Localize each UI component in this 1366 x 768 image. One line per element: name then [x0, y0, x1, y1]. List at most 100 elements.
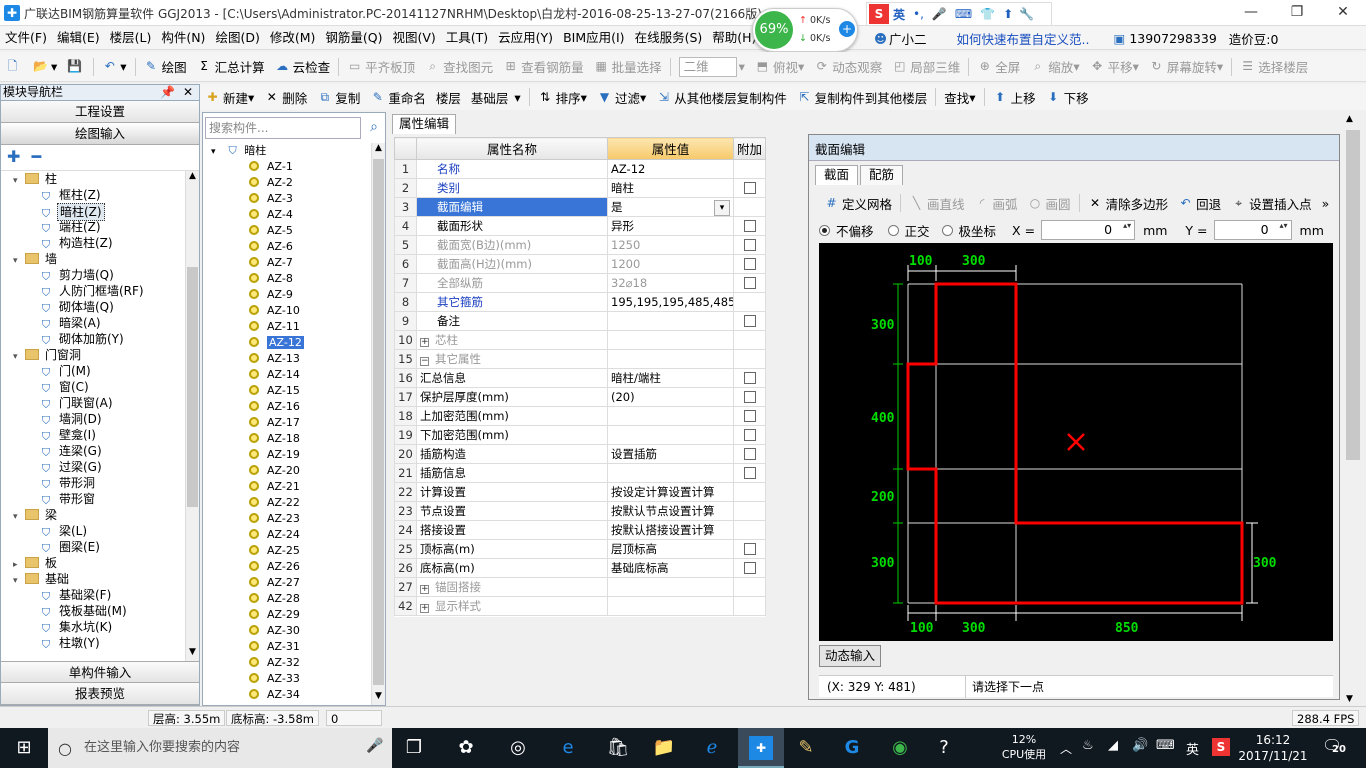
- batch-select-button[interactable]: ▦ 批量选择: [589, 55, 667, 79]
- component-item[interactable]: AZ-33: [203, 671, 371, 687]
- property-value-cell[interactable]: 层顶标高: [607, 539, 734, 559]
- property-value-cell[interactable]: [607, 596, 734, 616]
- group-toggle-icon[interactable]: +: [420, 585, 429, 594]
- menu-item-6[interactable]: 钢筋量(Q): [320, 26, 387, 50]
- tree-item[interactable]: ⛉ 端柱(Z): [1, 219, 185, 235]
- property-value-cell[interactable]: 195,195,195,485,485: [607, 292, 734, 312]
- component-item[interactable]: AZ-18: [203, 431, 371, 447]
- tree-item[interactable]: ⛉ 门(M): [1, 363, 185, 379]
- component-item[interactable]: AZ-5: [203, 223, 371, 239]
- attach-checkbox[interactable]: [743, 239, 756, 251]
- polar-radio[interactable]: [941, 224, 953, 236]
- header-attach[interactable]: 附加: [733, 137, 766, 160]
- component-item[interactable]: AZ-23: [203, 511, 371, 527]
- tray-icon-1[interactable]: ♨: [1082, 738, 1094, 753]
- rename-button[interactable]: ✎ 重命名: [365, 85, 431, 109]
- wrench-icon[interactable]: 🔧: [1019, 7, 1034, 21]
- phone-account[interactable]: 13907298339: [1129, 31, 1216, 46]
- component-item[interactable]: AZ-11: [203, 319, 371, 335]
- component-search-input[interactable]: 搜索构件...: [205, 117, 361, 139]
- attach-checkbox[interactable]: [743, 429, 756, 441]
- property-name-cell[interactable]: + 锚固搭接: [416, 577, 608, 597]
- property-name-cell[interactable]: 类别: [416, 178, 608, 198]
- group-toggle-icon[interactable]: +: [420, 338, 429, 347]
- search-icon[interactable]: ⌕: [363, 117, 385, 139]
- property-value-cell[interactable]: 按默认节点设置计算: [607, 501, 734, 521]
- green-app-icon[interactable]: ◉: [886, 734, 914, 762]
- toolbar-overflow-icon[interactable]: »: [1317, 191, 1335, 215]
- clock[interactable]: 16:12 2017/11/21: [1238, 732, 1308, 764]
- property-value-cell[interactable]: 异形: [607, 216, 734, 236]
- property-name-cell[interactable]: 插筋信息: [416, 463, 608, 483]
- property-row[interactable]: 2 类别 暗柱: [394, 178, 766, 198]
- component-item[interactable]: AZ-4: [203, 207, 371, 223]
- attach-checkbox[interactable]: [743, 448, 756, 460]
- property-name-cell[interactable]: 底标高(m): [416, 558, 608, 578]
- app-icon-2[interactable]: ◎: [504, 734, 532, 762]
- property-row[interactable]: 6 截面高(H边)(mm) 1200: [394, 254, 766, 274]
- glodon-taskbar-button[interactable]: ✚: [738, 728, 784, 768]
- tree-item[interactable]: ⛉ 暗柱(Z): [1, 203, 185, 221]
- store-icon[interactable]: 🛍: [604, 734, 632, 762]
- tree-folder[interactable]: ▾ 门窗洞: [1, 347, 185, 363]
- component-item[interactable]: AZ-32: [203, 655, 371, 671]
- attach-checkbox[interactable]: [743, 258, 756, 270]
- network-speed-widget[interactable]: 69% ↑ 0K/s ↓ 0K/s +: [752, 8, 858, 52]
- copy-to-floor-button[interactable]: ⇱ 复制构件到其他楼层: [792, 85, 933, 109]
- menu-item-9[interactable]: 云应用(Y): [493, 26, 558, 50]
- tree-item[interactable]: ⛉ 剪力墙(Q): [1, 267, 185, 283]
- copy-button[interactable]: ⧉ 复制: [312, 85, 365, 109]
- edge-icon[interactable]: e: [554, 734, 582, 762]
- tree-item[interactable]: ⛉ 梁(L): [1, 523, 185, 539]
- property-value-cell[interactable]: 按默认搭接设置计算: [607, 520, 734, 540]
- property-row[interactable]: 19 下加密范围(mm): [394, 425, 766, 445]
- attach-checkbox[interactable]: [743, 543, 756, 555]
- pinwheel-app-icon[interactable]: ✿: [452, 734, 480, 762]
- windows-start-icon[interactable]: ⊞: [10, 734, 38, 762]
- ime-lang[interactable]: 英: [893, 6, 905, 23]
- attach-checkbox[interactable]: [743, 410, 756, 422]
- property-row[interactable]: 42 + 显示样式: [394, 596, 766, 616]
- attach-checkbox[interactable]: [743, 315, 756, 327]
- no-offset-radio[interactable]: [819, 224, 830, 236]
- new-file-icon[interactable]: 🗋: [0, 55, 28, 79]
- define-grid-button[interactable]: # 定义网格: [819, 191, 897, 215]
- view-rebar-button[interactable]: ⊞ 查看钢筋量: [498, 55, 589, 79]
- task-view-icon[interactable]: ❐: [400, 734, 428, 762]
- x-offset-input[interactable]: 0: [1041, 220, 1136, 240]
- property-value-cell[interactable]: [607, 577, 734, 597]
- cloud-check-button[interactable]: ☁ 云检查: [270, 55, 336, 79]
- property-value-cell[interactable]: [607, 425, 734, 445]
- sort-button[interactable]: ⇅ 排序 ▾: [533, 85, 592, 109]
- ortho-radio[interactable]: [887, 224, 899, 236]
- property-name-cell[interactable]: 备注: [416, 311, 608, 331]
- menu-item-11[interactable]: 在线服务(S): [630, 26, 708, 50]
- header-prop-name[interactable]: 属性名称: [416, 137, 608, 160]
- property-row[interactable]: 23 节点设置 按默认节点设置计算: [394, 501, 766, 521]
- property-value-cell[interactable]: 32⌀18: [607, 273, 734, 293]
- set-insert-point-button[interactable]: ⌖ 设置插入点: [1226, 191, 1317, 215]
- tree-item[interactable]: ⛉ 窗(C): [1, 379, 185, 395]
- component-item[interactable]: AZ-10: [203, 303, 371, 319]
- move-up-button[interactable]: ⬆ 上移: [988, 85, 1041, 109]
- component-item[interactable]: AZ-22: [203, 495, 371, 511]
- tree-item[interactable]: ⛉ 壁龛(I): [1, 427, 185, 443]
- property-row[interactable]: 4 截面形状 异形: [394, 216, 766, 236]
- close-icon[interactable]: ✕: [183, 85, 193, 100]
- component-item[interactable]: AZ-9: [203, 287, 371, 303]
- tree-item[interactable]: ⛉ 墙洞(D): [1, 411, 185, 427]
- component-item[interactable]: AZ-34: [203, 687, 371, 703]
- component-item[interactable]: AZ-8: [203, 271, 371, 287]
- tree-folder[interactable]: ▾ 墙: [1, 251, 185, 267]
- tree-item[interactable]: ⛉ 砌体加筋(Y): [1, 331, 185, 347]
- property-name-cell[interactable]: 顶标高(m): [416, 539, 608, 559]
- property-name-cell[interactable]: 截面编辑: [416, 197, 608, 217]
- summary-calc-button[interactable]: Σ 汇总计算: [192, 55, 270, 79]
- property-row[interactable]: 3 截面编辑是 ▾: [394, 197, 766, 217]
- network-icon[interactable]: ◢: [1108, 738, 1118, 753]
- property-value-cell[interactable]: 设置插筋: [607, 444, 734, 464]
- menu-item-5[interactable]: 修改(M): [265, 26, 321, 50]
- property-name-cell[interactable]: 计算设置: [416, 482, 608, 502]
- component-item[interactable]: AZ-13: [203, 351, 371, 367]
- component-item[interactable]: AZ-3: [203, 191, 371, 207]
